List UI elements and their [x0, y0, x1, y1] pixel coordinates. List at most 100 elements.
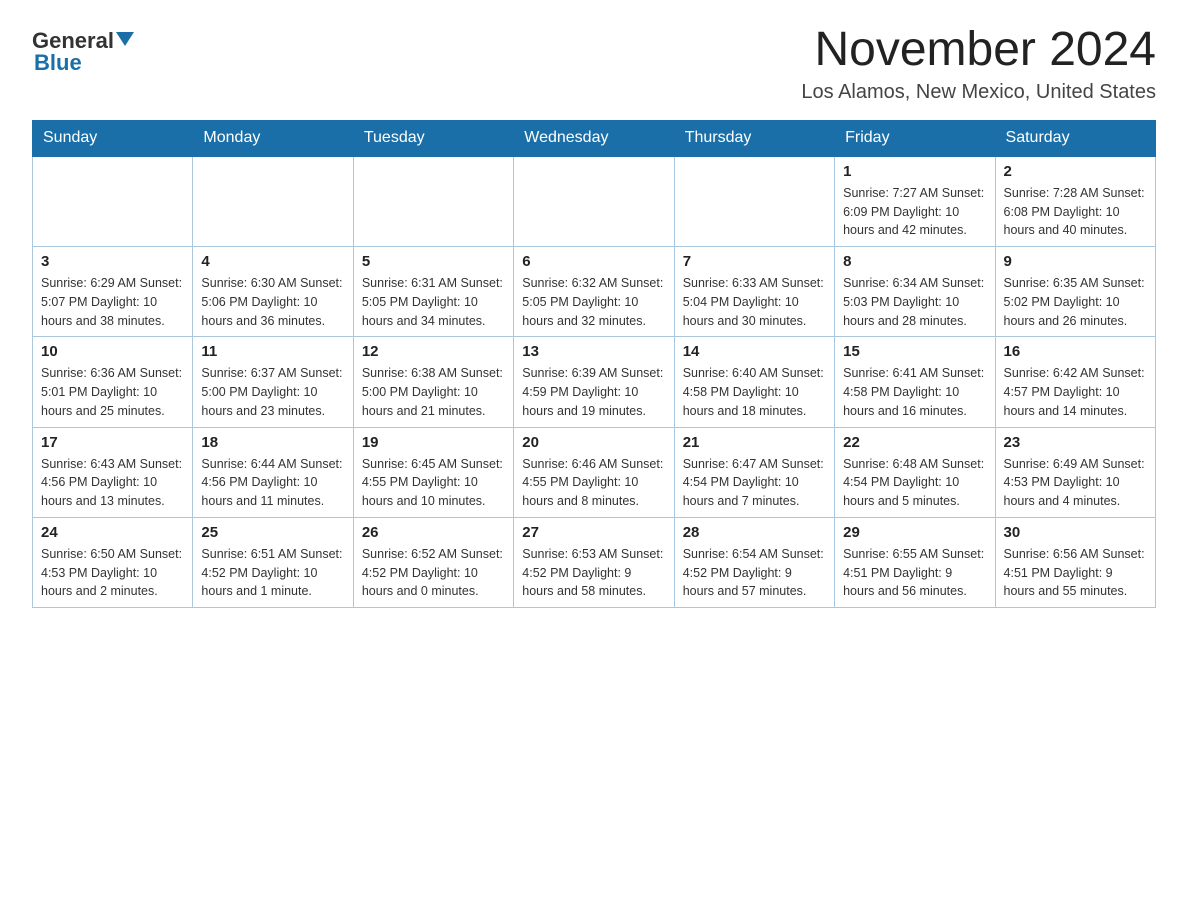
day-info: Sunrise: 6:33 AM Sunset: 5:04 PM Dayligh…	[683, 274, 826, 330]
day-info: Sunrise: 6:49 AM Sunset: 4:53 PM Dayligh…	[1004, 455, 1147, 511]
day-info: Sunrise: 6:56 AM Sunset: 4:51 PM Dayligh…	[1004, 545, 1147, 601]
day-info: Sunrise: 6:36 AM Sunset: 5:01 PM Dayligh…	[41, 364, 184, 420]
day-info: Sunrise: 6:43 AM Sunset: 4:56 PM Dayligh…	[41, 455, 184, 511]
calendar-cell	[33, 156, 193, 247]
day-number: 15	[843, 343, 986, 360]
day-info: Sunrise: 6:53 AM Sunset: 4:52 PM Dayligh…	[522, 545, 665, 601]
calendar-cell: 18 Sunrise: 6:44 AM Sunset: 4:56 PM Dayli…	[193, 427, 353, 517]
day-info: Sunrise: 6:30 AM Sunset: 5:06 PM Dayligh…	[201, 274, 344, 330]
calendar-week-row: 3Sunrise: 6:29 AM Sunset: 5:07 PM Daylig…	[33, 247, 1156, 337]
calendar-cell	[193, 156, 353, 247]
calendar-cell: 23 Sunrise: 6:49 AM Sunset: 4:53 PM Dayli…	[995, 427, 1155, 517]
day-number: 4	[201, 253, 344, 270]
day-info: Sunrise: 6:51 AM Sunset: 4:52 PM Dayligh…	[201, 545, 344, 601]
day-number: 30	[1004, 524, 1147, 541]
day-info: Sunrise: 6:48 AM Sunset: 4:54 PM Dayligh…	[843, 455, 986, 511]
calendar-cell: 14 Sunrise: 6:40 AM Sunset: 4:58 PM Dayli…	[674, 337, 834, 427]
day-number: 29	[843, 524, 986, 541]
day-number: 28	[683, 524, 826, 541]
calendar-cell: 25 Sunrise: 6:51 AM Sunset: 4:52 PM Dayli…	[193, 517, 353, 607]
calendar-cell: 27Sunrise: 6:53 AM Sunset: 4:52 PM Dayli…	[514, 517, 674, 607]
day-number: 25	[201, 524, 344, 541]
calendar-cell: 11 Sunrise: 6:37 AM Sunset: 5:00 PM Dayli…	[193, 337, 353, 427]
calendar-week-row: 17 Sunrise: 6:43 AM Sunset: 4:56 PM Dayli…	[33, 427, 1156, 517]
day-info: Sunrise: 6:35 AM Sunset: 5:02 PM Dayligh…	[1004, 274, 1147, 330]
day-info: Sunrise: 6:50 AM Sunset: 4:53 PM Dayligh…	[41, 545, 184, 601]
calendar-cell: 16Sunrise: 6:42 AM Sunset: 4:57 PM Dayli…	[995, 337, 1155, 427]
calendar-cell: 4 Sunrise: 6:30 AM Sunset: 5:06 PM Daylig…	[193, 247, 353, 337]
day-number: 13	[522, 343, 665, 360]
calendar-cell: 13Sunrise: 6:39 AM Sunset: 4:59 PM Dayli…	[514, 337, 674, 427]
calendar-cell: 10 Sunrise: 6:36 AM Sunset: 5:01 PM Dayli…	[33, 337, 193, 427]
calendar-cell	[514, 156, 674, 247]
calendar-week-row: 10 Sunrise: 6:36 AM Sunset: 5:01 PM Dayli…	[33, 337, 1156, 427]
day-number: 23	[1004, 434, 1147, 451]
calendar-week-row: 24 Sunrise: 6:50 AM Sunset: 4:53 PM Dayli…	[33, 517, 1156, 607]
day-number: 12	[362, 343, 505, 360]
day-info: Sunrise: 6:41 AM Sunset: 4:58 PM Dayligh…	[843, 364, 986, 420]
day-number: 24	[41, 524, 184, 541]
calendar-cell: 9 Sunrise: 6:35 AM Sunset: 5:02 PM Daylig…	[995, 247, 1155, 337]
calendar-weekday-header: Tuesday	[353, 120, 513, 156]
calendar-cell: 6 Sunrise: 6:32 AM Sunset: 5:05 PM Daylig…	[514, 247, 674, 337]
calendar-cell: 26 Sunrise: 6:52 AM Sunset: 4:52 PM Dayli…	[353, 517, 513, 607]
day-info: Sunrise: 6:37 AM Sunset: 5:00 PM Dayligh…	[201, 364, 344, 420]
calendar-weekday-header: Monday	[193, 120, 353, 156]
calendar-cell	[353, 156, 513, 247]
calendar-weekday-header: Saturday	[995, 120, 1155, 156]
calendar-cell: 12 Sunrise: 6:38 AM Sunset: 5:00 PM Dayli…	[353, 337, 513, 427]
calendar-cell: 29Sunrise: 6:55 AM Sunset: 4:51 PM Dayli…	[835, 517, 995, 607]
logo-blue-text: Blue	[34, 50, 82, 76]
day-number: 7	[683, 253, 826, 270]
day-number: 22	[843, 434, 986, 451]
calendar-cell: 24 Sunrise: 6:50 AM Sunset: 4:53 PM Dayli…	[33, 517, 193, 607]
page-subtitle: Los Alamos, New Mexico, United States	[801, 81, 1156, 104]
day-number: 5	[362, 253, 505, 270]
day-info: Sunrise: 6:38 AM Sunset: 5:00 PM Dayligh…	[362, 364, 505, 420]
day-info: Sunrise: 6:29 AM Sunset: 5:07 PM Dayligh…	[41, 274, 184, 330]
day-number: 26	[362, 524, 505, 541]
calendar-header-row: SundayMondayTuesdayWednesdayThursdayFrid…	[33, 120, 1156, 156]
day-number: 2	[1004, 163, 1147, 180]
day-info: Sunrise: 6:44 AM Sunset: 4:56 PM Dayligh…	[201, 455, 344, 511]
calendar-cell: 17 Sunrise: 6:43 AM Sunset: 4:56 PM Dayli…	[33, 427, 193, 517]
page-header: General Blue November 2024 Los Alamos, N…	[32, 24, 1156, 104]
day-info: Sunrise: 6:31 AM Sunset: 5:05 PM Dayligh…	[362, 274, 505, 330]
day-info: Sunrise: 6:32 AM Sunset: 5:05 PM Dayligh…	[522, 274, 665, 330]
day-number: 10	[41, 343, 184, 360]
calendar-cell: 19Sunrise: 6:45 AM Sunset: 4:55 PM Dayli…	[353, 427, 513, 517]
logo: General Blue	[32, 28, 134, 76]
calendar-cell: 8 Sunrise: 6:34 AM Sunset: 5:03 PM Daylig…	[835, 247, 995, 337]
calendar-cell: 5 Sunrise: 6:31 AM Sunset: 5:05 PM Daylig…	[353, 247, 513, 337]
day-number: 11	[201, 343, 344, 360]
day-info: Sunrise: 6:52 AM Sunset: 4:52 PM Dayligh…	[362, 545, 505, 601]
day-info: Sunrise: 6:40 AM Sunset: 4:58 PM Dayligh…	[683, 364, 826, 420]
day-number: 20	[522, 434, 665, 451]
calendar-cell: 20 Sunrise: 6:46 AM Sunset: 4:55 PM Dayli…	[514, 427, 674, 517]
calendar-weekday-header: Friday	[835, 120, 995, 156]
calendar-weekday-header: Sunday	[33, 120, 193, 156]
calendar-cell: 3Sunrise: 6:29 AM Sunset: 5:07 PM Daylig…	[33, 247, 193, 337]
page-title: November 2024	[801, 24, 1156, 77]
day-number: 18	[201, 434, 344, 451]
day-number: 19	[362, 434, 505, 451]
day-info: Sunrise: 6:42 AM Sunset: 4:57 PM Dayligh…	[1004, 364, 1147, 420]
day-number: 14	[683, 343, 826, 360]
calendar-cell: 7 Sunrise: 6:33 AM Sunset: 5:04 PM Daylig…	[674, 247, 834, 337]
calendar-cell: 21 Sunrise: 6:47 AM Sunset: 4:54 PM Dayli…	[674, 427, 834, 517]
day-info: Sunrise: 6:46 AM Sunset: 4:55 PM Dayligh…	[522, 455, 665, 511]
calendar-table: SundayMondayTuesdayWednesdayThursdayFrid…	[32, 120, 1156, 608]
day-number: 21	[683, 434, 826, 451]
day-info: Sunrise: 7:28 AM Sunset: 6:08 PM Dayligh…	[1004, 184, 1147, 240]
calendar-cell: 22 Sunrise: 6:48 AM Sunset: 4:54 PM Dayli…	[835, 427, 995, 517]
day-info: Sunrise: 6:34 AM Sunset: 5:03 PM Dayligh…	[843, 274, 986, 330]
day-info: Sunrise: 6:47 AM Sunset: 4:54 PM Dayligh…	[683, 455, 826, 511]
day-number: 9	[1004, 253, 1147, 270]
calendar-cell: 1Sunrise: 7:27 AM Sunset: 6:09 PM Daylig…	[835, 156, 995, 247]
day-info: Sunrise: 7:27 AM Sunset: 6:09 PM Dayligh…	[843, 184, 986, 240]
day-number: 17	[41, 434, 184, 451]
calendar-cell: 2 Sunrise: 7:28 AM Sunset: 6:08 PM Daylig…	[995, 156, 1155, 247]
calendar-weekday-header: Wednesday	[514, 120, 674, 156]
day-number: 8	[843, 253, 986, 270]
day-number: 6	[522, 253, 665, 270]
